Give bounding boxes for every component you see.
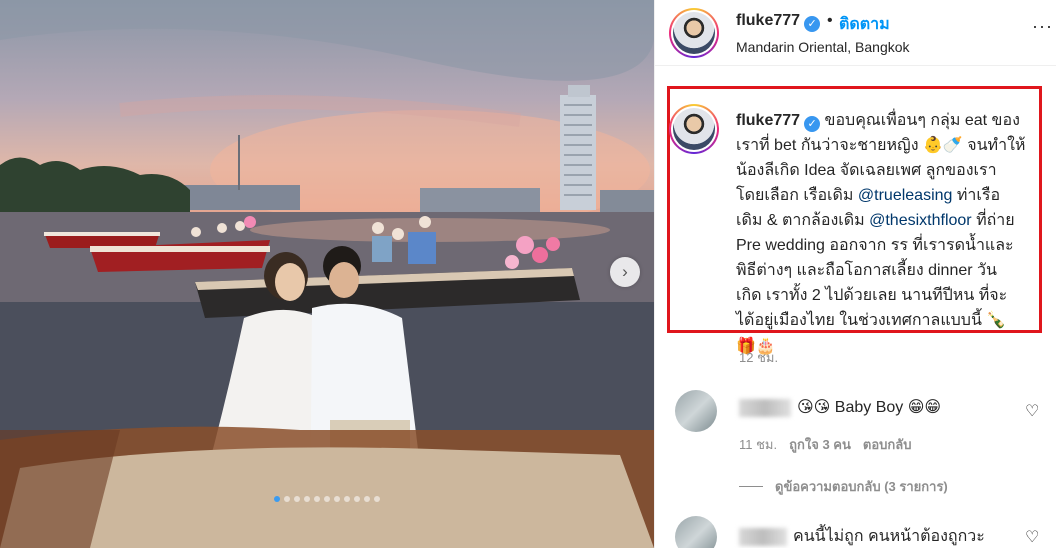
carousel-dots [0,496,654,502]
caption-line-4: โดยเลือก เรือเดิม [736,187,858,204]
caption-line-8: เกิด เราทั้ง 2 ไปด้วยเลย นานทีปีหน ที่จะ [736,287,1008,304]
avatar[interactable] [669,8,719,58]
blurred-username[interactable] [739,398,791,417]
header-separator: • [827,12,833,29]
carousel-next-button[interactable]: › [610,257,640,287]
caption-line-6: Pre wedding ออกจาก รร ที่เรารดน้ำและ [736,237,1014,254]
caption-line-4b: ท่าเรือ [952,187,1001,204]
caption-line-3: น้องลีเกิด Idea จัดเฉลยเพศ ลูกของเรา [736,162,997,179]
comment-meta: 11 ชม. ถูกใจ 3 คน ตอบกลับ [739,434,911,455]
comment-likes[interactable]: ถูกใจ 3 คน [789,434,851,455]
comment-text: คนนี้ไม่ถูก คนหน้าต้องถูกวะ [739,524,985,548]
carousel-dot [294,496,300,502]
comment-timestamp[interactable]: 11 ชม. [739,434,777,455]
carousel-dot [324,496,330,502]
view-replies-button[interactable]: ดูข้อความตอบกลับ (3 รายการ) [739,476,948,497]
caption-line-1: ขอบคุณเพื่อนๆ กลุ่ม eat ของ [824,112,1020,129]
post-header: fluke777 ✓ • ติดตาม Mandarin Oriental, Ba… [655,0,1056,66]
caption-line-9: ได้อยู่เมืองไทย ในช่วงเทศกาลแบบนี้ 🍾 [736,312,1007,329]
post-caption: fluke777 ✓ ขอบคุณเพื่อนๆ กลุ่ม eat ของ เร… [736,108,1042,359]
carousel-dot [364,496,370,502]
caption-username-text: fluke777 [736,112,801,129]
carousel-dot [344,496,350,502]
post-photo[interactable]: › [0,0,654,548]
verified-badge-icon: ✓ [804,16,821,32]
carousel-dot [284,496,290,502]
caption-avatar[interactable] [669,104,719,154]
like-comment-heart-icon[interactable]: ♡ [1025,530,1041,546]
mention-thesixthfloor[interactable]: @thesixthfloor [869,212,972,229]
carousel-dot [334,496,340,502]
caption-timestamp[interactable]: 12 ชม. [739,347,778,368]
comment-avatar[interactable] [675,390,717,432]
follow-button[interactable]: ติดตาม [839,12,890,37]
carousel-dot [354,496,360,502]
blurred-username[interactable] [739,527,787,546]
photo-scene [0,0,654,548]
comment-avatar[interactable] [675,516,717,548]
caption-username[interactable]: fluke777 ✓ [736,112,821,132]
comment-body: คนนี้ไม่ถูก คนหน้าต้องถูกวะ [793,528,985,545]
view-replies-label: ดูข้อความตอบกลับ (3 รายการ) [775,479,948,494]
more-options-icon[interactable]: ··· [1032,16,1053,37]
caption-line-7: พิธีต่างๆ และถือโอกาสเลี้ยง dinner วัน [736,262,997,279]
replies-line [739,486,763,487]
mention-trueleasing[interactable]: @trueleasing [858,187,953,204]
carousel-dot [304,496,310,502]
carousel-dot [374,496,380,502]
chevron-right-icon: › [622,262,628,281]
post-side-panel: fluke777 ✓ • ติดตาม Mandarin Oriental, Ba… [654,0,1056,548]
carousel-dot [314,496,320,502]
verified-badge-icon: ✓ [804,116,821,132]
comment-text: 😘😘 Baby Boy 😁😁 [739,397,941,417]
author-username[interactable]: fluke777 ✓ [736,12,821,32]
comment-body: 😘😘 Baby Boy 😁😁 [797,399,942,416]
author-username-text: fluke777 [736,12,801,29]
like-comment-heart-icon[interactable]: ♡ [1025,404,1041,420]
carousel-dot [274,496,280,502]
caption-line-5b: ที่ถ่าย [971,212,1015,229]
reply-button[interactable]: ตอบกลับ [863,434,912,455]
caption-line-2: เราที่ bet กันว่าจะชายหญิง 👶🍼 จนทำให้ [736,137,1026,154]
location-link[interactable]: Mandarin Oriental, Bangkok [736,39,910,55]
caption-line-5: เดิม & ตากล้องเดิม [736,212,870,229]
